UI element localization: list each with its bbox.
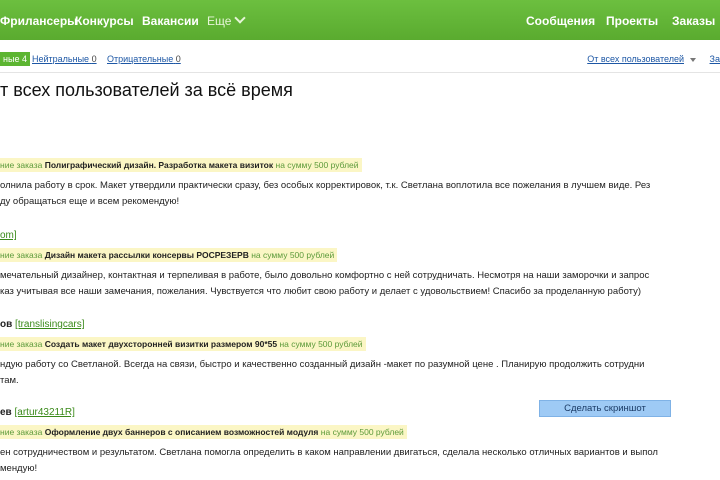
nav-more-label: Еще	[207, 14, 232, 28]
order-sum: на сумму 500 рублей	[275, 160, 359, 170]
reviewer-fullname: ов	[0, 319, 13, 330]
filter-neutral-label: Нейтральные	[32, 54, 90, 64]
order-title-link[interactable]: Создать макет двухсторонней визитки разм…	[45, 339, 277, 349]
review-text-line: мечательный дизайнер, контактная и терпе…	[0, 270, 650, 281]
sort-author-dropdown[interactable]: От всех пользователей	[587, 54, 696, 64]
review-text-line: ндую работу со Светланой. Всегда на связ…	[0, 359, 645, 370]
review-text: ен сотрудничеством и результатом. Светла…	[0, 445, 720, 477]
review-text: олнила работу в срок. Макет утвердили пр…	[0, 178, 720, 210]
filter-negative-label: Отрицательные	[107, 54, 174, 64]
reviewer-login[interactable]: [artur43211R]	[15, 407, 75, 418]
review-item: ние заказа Полиграфический дизайн. Разра…	[0, 140, 720, 210]
order-info: ние заказа Создать макет двухсторонней в…	[0, 337, 366, 351]
review-text-line: ду обращаться еще и всем рекомендую!	[0, 196, 180, 207]
reviewer-login[interactable]: om]	[0, 230, 17, 241]
review-text-line: каз учитывая все наши замечания, пожелан…	[0, 286, 642, 297]
review-item: ов [translisingcars] ние заказа Создать …	[0, 319, 720, 389]
reviewer-login[interactable]: [translisingcars]	[15, 319, 84, 330]
review-text: ндую работу со Светланой. Всегда на связ…	[0, 357, 720, 389]
top-navigation: Фрилансеры Конкурсы Вакансии Еще Сообщен…	[0, 0, 720, 40]
nav-projects[interactable]: Проекты	[606, 14, 658, 28]
order-title-link[interactable]: Оформление двух баннеров с описанием воз…	[45, 427, 319, 437]
nav-more[interactable]: Еще	[207, 12, 247, 28]
nav-messages[interactable]: Сообщения	[526, 14, 595, 28]
nav-orders[interactable]: Заказы	[672, 14, 715, 28]
filter-negative[interactable]: Отрицательные 0	[107, 54, 181, 64]
review-item: om] ние заказа Дизайн макета рассылки ко…	[0, 230, 720, 300]
reviews-filter-bar: ные 4 Нейтральные 0 Отрицательные 0 От в…	[0, 44, 720, 73]
order-prefix: ние заказа	[0, 427, 43, 437]
take-screenshot-button[interactable]: Сделать скриншот	[539, 400, 671, 417]
reviewer-name	[0, 140, 720, 154]
review-text-line: ен сотрудничеством и результатом. Светла…	[0, 447, 658, 458]
chevron-down-icon	[234, 12, 247, 24]
review-text: мечательный дизайнер, контактная и терпе…	[0, 268, 720, 300]
sort-author-label: От всех пользователей	[587, 54, 684, 64]
order-title-link[interactable]: Дизайн макета рассылки консервы РОСРЕЗЕР…	[45, 250, 249, 260]
order-prefix: ние заказа	[0, 339, 43, 349]
filter-positive[interactable]: ные 4	[0, 52, 30, 66]
nav-contests[interactable]: Конкурсы	[75, 14, 134, 28]
order-sum: на сумму 500 рублей	[251, 250, 335, 260]
review-text-line: там.	[0, 375, 19, 386]
review-item: ев [artur43211R] ние заказа Оформление д…	[0, 407, 720, 477]
filter-neutral[interactable]: Нейтральные 0	[32, 54, 97, 64]
nav-vacancies[interactable]: Вакансии	[142, 14, 199, 28]
order-sum: на сумму 500 рублей	[279, 339, 363, 349]
review-text-line: мендую!	[0, 463, 38, 474]
nav-freelancers[interactable]: Фрилансеры	[0, 14, 77, 28]
order-title-link[interactable]: Полиграфический дизайн. Разработка макет…	[45, 160, 273, 170]
order-info: ние заказа Дизайн макета рассылки консер…	[0, 248, 338, 262]
order-info: ние заказа Полиграфический дизайн. Разра…	[0, 158, 362, 172]
order-info: ние заказа Оформление двух баннеров с оп…	[0, 425, 407, 439]
order-sum: на сумму 500 рублей	[320, 427, 404, 437]
reviewer-name: om]	[0, 230, 720, 244]
review-text-line: олнила работу в срок. Макет утвердили пр…	[0, 180, 651, 191]
reviewer-name: ов [translisingcars]	[0, 319, 720, 333]
caret-down-icon	[690, 57, 696, 62]
reviewer-fullname: ев	[0, 407, 12, 418]
filter-neutral-count: 0	[91, 54, 97, 64]
order-prefix: ние заказа	[0, 160, 43, 170]
page-title: т всех пользователей за всё время	[0, 80, 293, 100]
order-prefix: ние заказа	[0, 250, 43, 260]
filter-negative-count: 0	[175, 54, 181, 64]
sort-period-dropdown[interactable]: За	[710, 54, 720, 64]
